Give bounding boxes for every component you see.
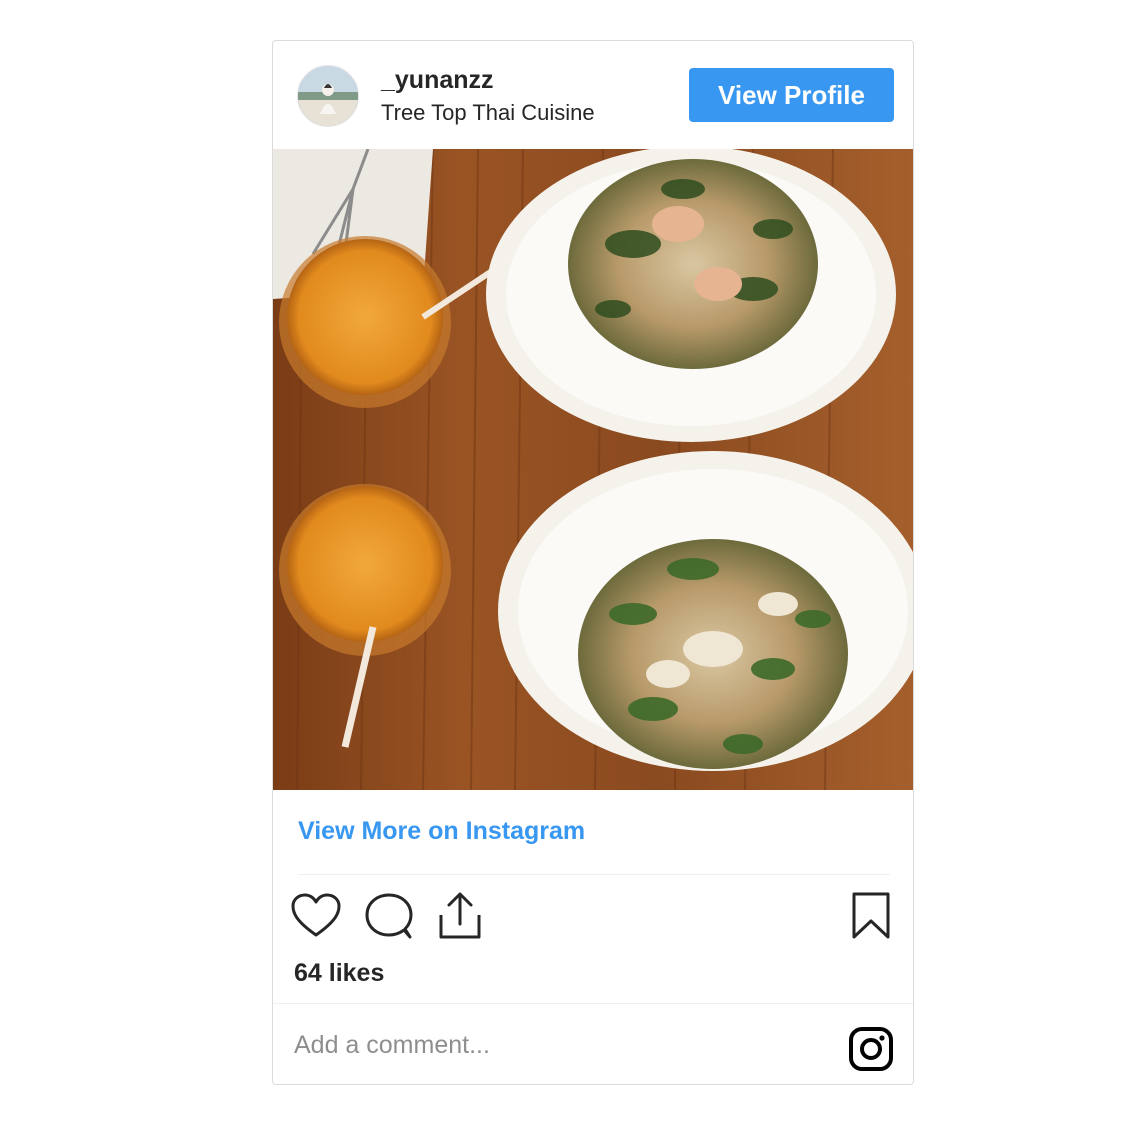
post-header: _yunanzz Tree Top Thai Cuisine View Prof…: [273, 41, 913, 149]
instagram-embed-card: _yunanzz Tree Top Thai Cuisine View Prof…: [272, 40, 914, 1085]
post-photo[interactable]: [273, 149, 913, 790]
view-more-on-instagram-link[interactable]: View More on Instagram: [298, 817, 585, 846]
location-label[interactable]: Tree Top Thai Cuisine: [381, 100, 595, 126]
instagram-logo-icon[interactable]: [848, 1026, 894, 1072]
bookmark-icon[interactable]: [851, 891, 891, 941]
speech-bubble-icon[interactable]: [365, 893, 413, 941]
avatar[interactable]: [297, 65, 359, 127]
likes-count: 64 likes: [294, 959, 385, 987]
comment-input[interactable]: [294, 1027, 814, 1063]
share-upload-icon[interactable]: [437, 891, 483, 941]
heart-outline-icon[interactable]: [291, 893, 341, 939]
username[interactable]: _yunanzz: [381, 66, 494, 95]
view-profile-button[interactable]: View Profile: [689, 68, 894, 122]
divider: [298, 874, 890, 875]
divider: [273, 1003, 913, 1004]
